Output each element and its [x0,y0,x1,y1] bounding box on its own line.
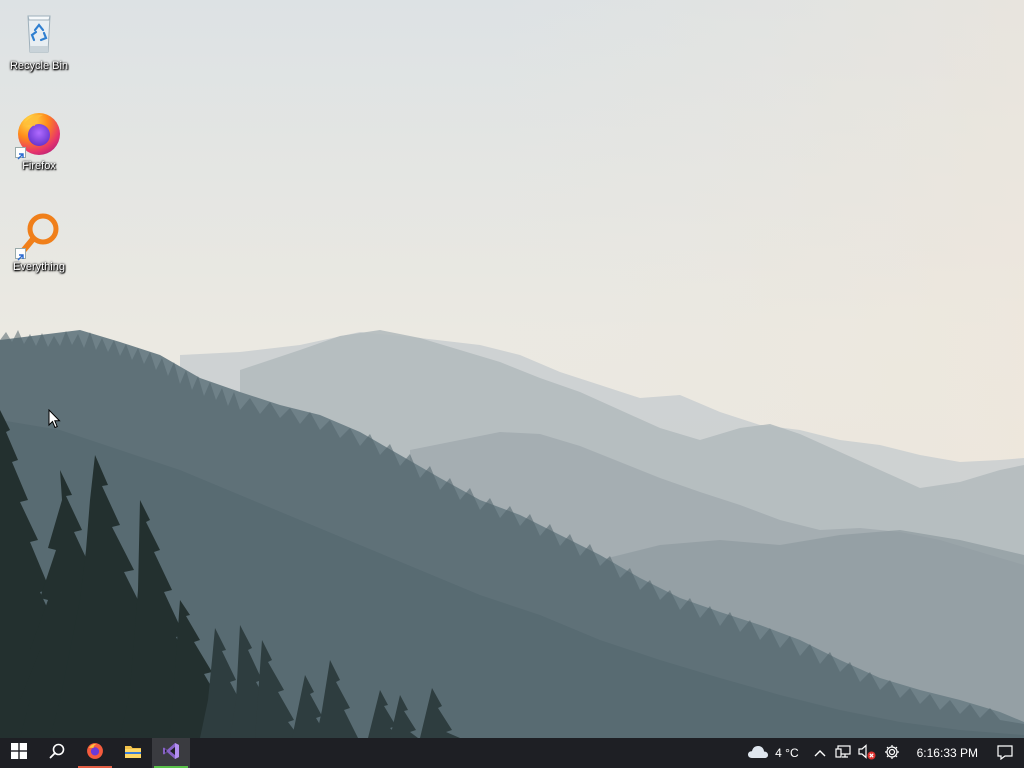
clock[interactable]: 6:16:33 PM [905,738,990,768]
visual-studio-icon [162,742,180,765]
gear-icon [884,744,900,763]
everything-search-icon [15,211,63,261]
recycle-bin-label: Recycle Bin [9,60,69,72]
desktop-icon-recycle-bin[interactable]: Recycle Bin [1,10,77,73]
desktop[interactable]: Recycle Bin Firefox Everything [0,0,1024,738]
show-hidden-icons-button[interactable] [809,738,831,768]
windows-logo-icon [11,742,27,764]
cloud-icon [747,745,769,762]
shortcut-arrow-icon [15,147,26,160]
weather-widget[interactable]: 4 °C [741,738,808,768]
desktop-icon-everything[interactable]: Everything [1,211,77,274]
start-button[interactable] [0,738,38,768]
firefox-icon [86,742,104,765]
system-tray: 4 °C 6:16:33 PM [741,738,1024,768]
chevron-up-icon [814,746,826,760]
everything-label: Everything [13,261,65,273]
notification-icon [997,744,1013,763]
volume-muted-icon [858,743,876,763]
search-button[interactable] [38,738,76,768]
search-icon [49,743,65,764]
settings-button[interactable] [879,738,905,768]
firefox-icon [15,110,63,160]
mouse-cursor-icon [48,408,61,434]
desktop-icon-firefox[interactable]: Firefox [1,110,77,173]
volume-button[interactable] [855,738,879,768]
taskbar: 4 °C 6:16:33 PM [0,738,1024,768]
network-icon [835,744,851,762]
action-center-button[interactable] [990,738,1020,768]
folder-icon [124,743,142,764]
firefox-label: Firefox [22,160,56,172]
network-status-button[interactable] [831,738,855,768]
taskbar-visual-studio-button[interactable] [152,738,190,768]
taskbar-file-explorer-button[interactable] [114,738,152,768]
weather-temperature: 4 °C [775,746,799,760]
shortcut-arrow-icon [15,248,26,261]
wallpaper [0,0,1024,738]
recycle-bin-icon [15,10,63,58]
taskbar-firefox-button[interactable] [76,738,114,768]
